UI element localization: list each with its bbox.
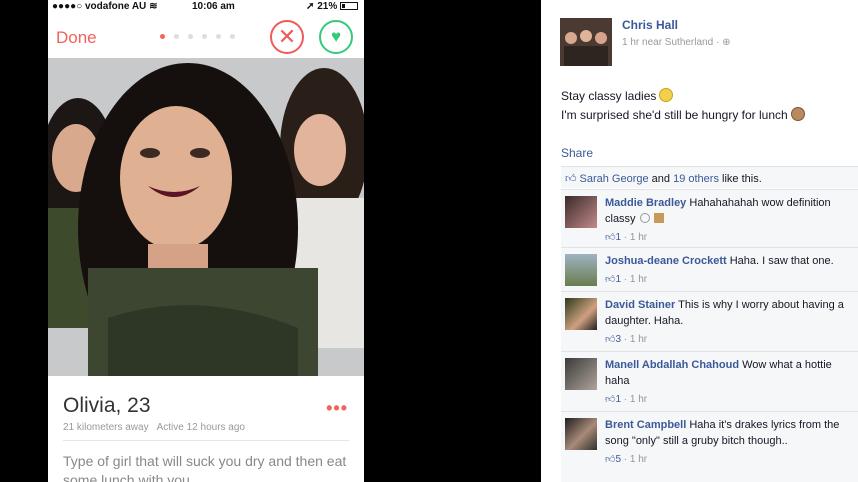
emoji-icon [653, 213, 664, 223]
page-dot [160, 34, 165, 39]
facebook-post: Chris Hall 1 hr near Sutherland · ⊕ Stay… [541, 0, 858, 482]
post-text-line-1: Stay classy ladies [561, 88, 674, 103]
comment-author[interactable]: Joshua-deane Crockett [605, 255, 727, 267]
thumbs-up-icon: 👍︎ [605, 334, 616, 345]
comment-body: Manell Abdallah Chahoud Wow what a hotti… [605, 359, 832, 387]
profile-photo[interactable] [48, 58, 364, 376]
status-bar: ●●●●○ vodafone AU ≋ 10:06 am ➚ 21% [48, 0, 364, 14]
liker-name[interactable]: Sarah George [580, 173, 649, 185]
thumbs-up-icon: 👍︎ [605, 394, 616, 405]
like-button[interactable]: ♥ [319, 20, 353, 54]
page-dot [216, 34, 221, 39]
comment: Brent Campbell Haha it's drakes lyrics f… [561, 411, 858, 482]
profile-meta: 21 kilometers away Active 12 hours ago [63, 422, 245, 433]
photo-page-indicator [160, 34, 235, 39]
wifi-icon: ≋ [149, 1, 158, 12]
profile-card: Olivia, 23 ••• 21 kilometers away Active … [48, 376, 364, 482]
nope-button[interactable]: ✕ [270, 20, 304, 54]
comment: Manell Abdallah Chahoud Wow what a hotti… [561, 351, 858, 411]
close-icon: ✕ [277, 24, 297, 49]
tinder-phone-screen: ●●●●○ vodafone AU ≋ 10:06 am ➚ 21% Done … [48, 0, 364, 482]
comment-meta: 👍︎1 · 1 hr [605, 394, 648, 405]
profile-name-age: Olivia, 23 [63, 394, 151, 417]
selfie-illustration [48, 58, 364, 376]
page-dot [188, 34, 193, 39]
group-photo-thumbnail [560, 18, 612, 66]
carrier-label: ●●●●○ vodafone AU ≋ [52, 1, 158, 12]
avatar[interactable] [565, 418, 597, 450]
likes-summary: 👍︎ Sarah George and 19 others like this. [561, 166, 858, 188]
monkey-emoji-icon [790, 107, 805, 121]
comment: David Stainer This is why I worry about … [561, 291, 858, 351]
comment-author[interactable]: Maddie Bradley [605, 197, 686, 209]
avatar[interactable] [565, 298, 597, 330]
other-likers-link[interactable]: 19 others [673, 173, 719, 185]
comment-body: David Stainer This is why I worry about … [605, 299, 844, 327]
post-meta: 1 hr near Sutherland · ⊕ [622, 37, 731, 48]
comment-meta: 👍︎5 · 1 hr [605, 454, 648, 465]
battery-indicator: ➚ 21% [306, 1, 358, 12]
thumbs-up-icon: 👍︎ [605, 454, 616, 465]
globe-icon: ⊕ [722, 37, 731, 48]
comment-author[interactable]: David Stainer [605, 299, 675, 311]
laughing-emoji-icon [659, 88, 674, 102]
battery-icon [340, 2, 358, 11]
avatar[interactable] [565, 196, 597, 228]
page-dot [202, 34, 207, 39]
thumbs-up-icon: 👍︎ [605, 232, 616, 243]
distance-label: 21 kilometers away [63, 422, 149, 433]
location-arrow-icon: ➚ [306, 1, 315, 12]
avatar[interactable] [565, 254, 597, 286]
comment-meta: 👍︎1 · 1 hr [605, 232, 648, 243]
heart-icon: ♥ [330, 27, 342, 46]
avatar[interactable] [560, 18, 612, 66]
share-link[interactable]: Share [561, 146, 593, 160]
comment: Joshua-deane Crockett Haha. I saw that o… [561, 247, 858, 291]
screenshot-collage: ●●●●○ vodafone AU ≋ 10:06 am ➚ 21% Done … [0, 0, 858, 482]
page-dot [174, 34, 179, 39]
more-options-icon[interactable]: ••• [326, 398, 348, 419]
comment-body: Brent Campbell Haha it's drakes lyrics f… [605, 419, 840, 447]
comment-meta: 👍︎3 · 1 hr [605, 334, 648, 345]
post-author[interactable]: Chris Hall [622, 18, 678, 32]
thumbs-up-icon: 👍︎ [565, 173, 577, 185]
comment-author[interactable]: Manell Abdallah Chahoud [605, 359, 739, 371]
divider [63, 440, 349, 441]
page-dot [230, 34, 235, 39]
clock: 10:06 am [192, 1, 235, 12]
thumbs-up-icon: 👍︎ [605, 274, 616, 285]
post-text-line-2: I'm surprised she'd still be hungry for … [561, 107, 805, 122]
emoji-icon [639, 213, 650, 223]
comment-meta: 👍︎1 · 1 hr [605, 274, 648, 285]
comment-body: Maddie Bradley Hahahahahah wow definitio… [605, 197, 831, 225]
done-button[interactable]: Done [56, 28, 97, 48]
profile-top-nav: Done ✕ ♥ [48, 14, 364, 58]
profile-bio: Type of girl that will suck you dry and … [63, 453, 347, 482]
comment: Maddie Bradley Hahahahahah wow definitio… [561, 189, 858, 247]
avatar[interactable] [565, 358, 597, 390]
comment-author[interactable]: Brent Campbell [605, 419, 686, 431]
comment-body: Joshua-deane Crockett Haha. I saw that o… [605, 255, 834, 267]
last-active-label: Active 12 hours ago [156, 422, 245, 433]
